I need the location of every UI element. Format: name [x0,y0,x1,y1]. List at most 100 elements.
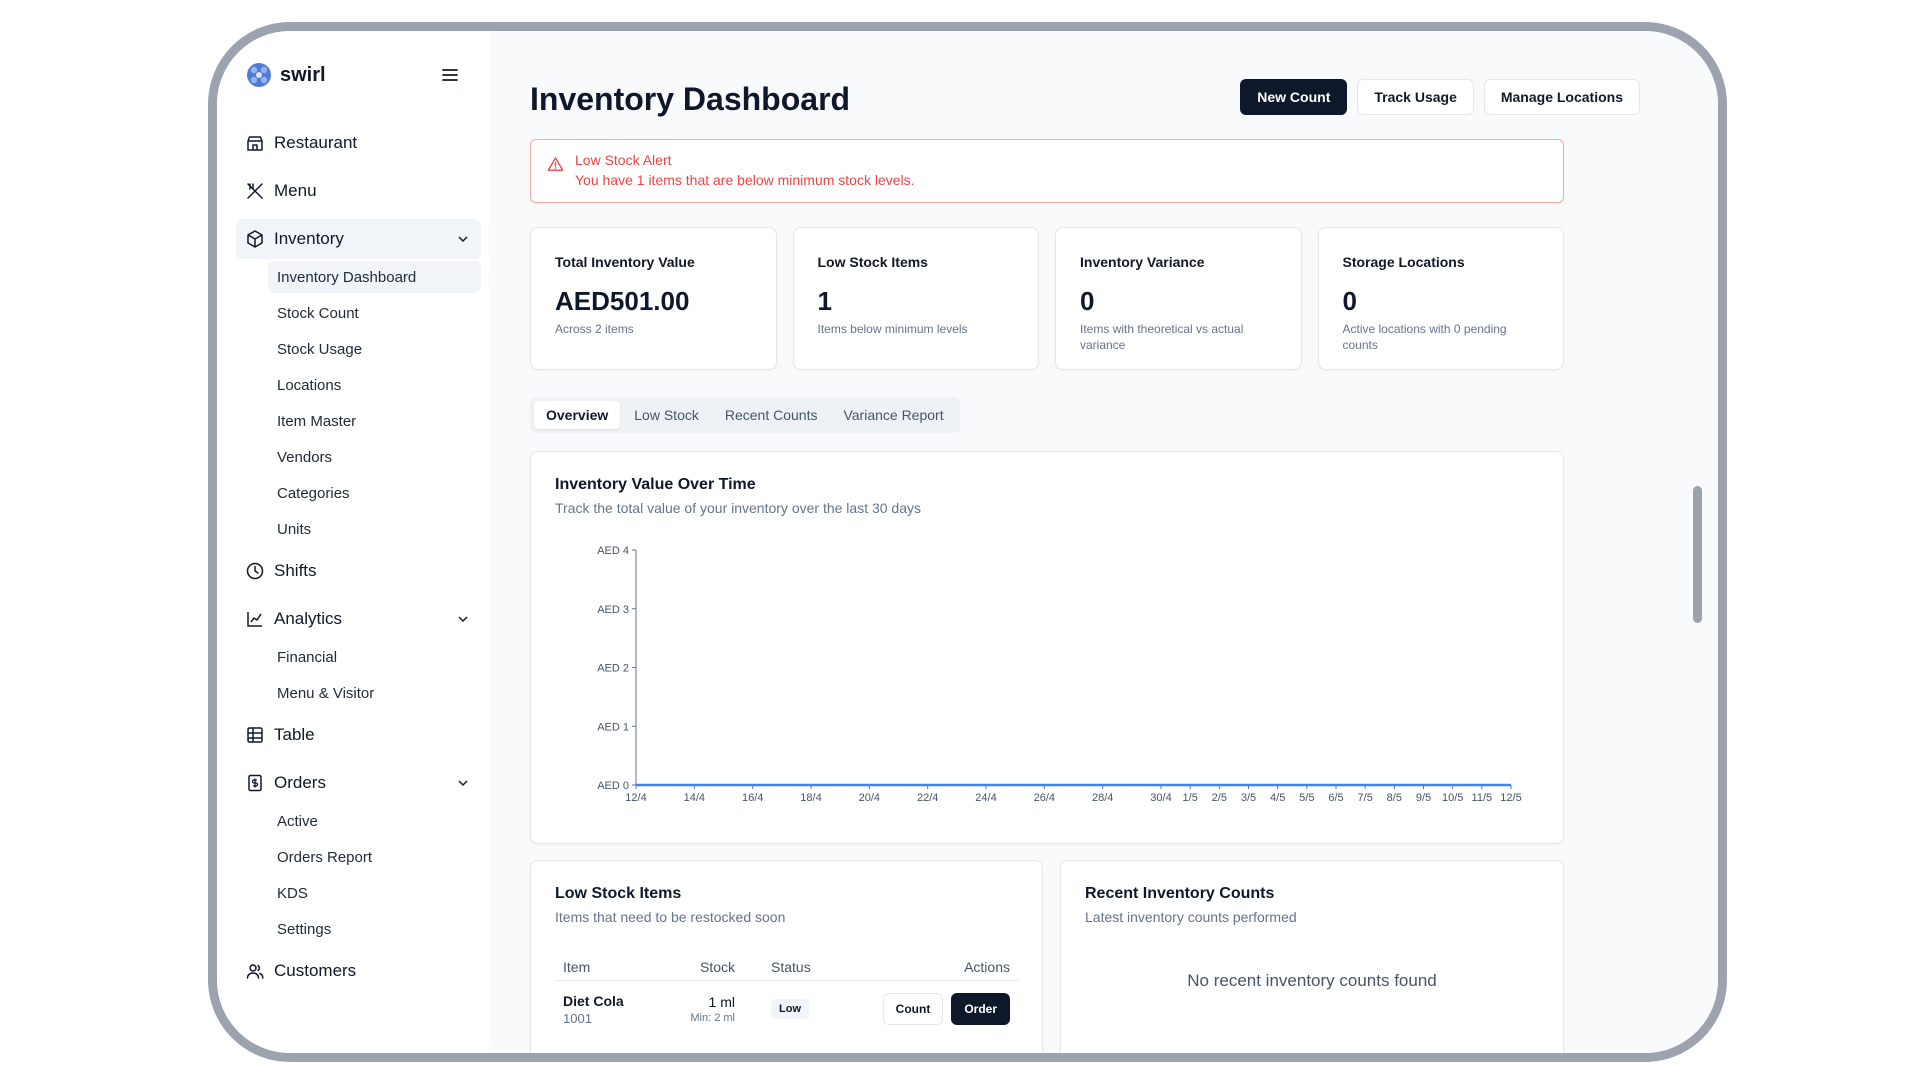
manage-locations-button[interactable]: Manage Locations [1483,79,1640,115]
row-actions: Count Order [845,993,1010,1025]
tab-variance-report[interactable]: Variance Report [831,401,955,429]
sidebar-item-label: Menu [274,181,317,200]
track-usage-button[interactable]: Track Usage [1357,79,1474,115]
store-icon [247,136,263,151]
stat-value: 1 [817,286,832,316]
alert-title: Low Stock Alert [575,152,672,168]
sidebar-item-customers[interactable]: Customers [236,951,481,991]
low-stock-items-card: Low Stock Items Items that need to be re… [530,860,1043,1053]
x-tick-label: 11/5 [1472,792,1493,804]
sidebar-item-financial[interactable]: Financial [268,641,481,673]
chevron-down-icon[interactable] [455,775,471,791]
column-header-stock: Stock [699,958,735,975]
recent-inventory-counts-card: Recent Inventory Counts Latest inventory… [1060,860,1564,1053]
sidebar-item-shifts[interactable]: Shifts [236,551,481,591]
low-stock-description: Items that need to be restocked soon [555,909,786,925]
count-button[interactable]: Count [882,993,944,1025]
inventory-value-line-chart: AED 0 AED 1 AED 2 AED 3 AED 4 12/4 14/4 16/4 18/… [597,545,1522,804]
sidebar-item-orders[interactable]: Orders [236,763,481,803]
sidebar-item-units[interactable]: Units [268,513,481,545]
stock-value: 1 ml [708,994,735,1010]
recent-counts-description: Latest inventory counts performed [1085,909,1297,925]
recent-counts-title: Recent Inventory Counts [1085,885,1275,902]
sidebar-item-label: Customers [274,961,357,980]
chart-line-icon [247,612,262,627]
x-tick-label: 6/5 [1328,792,1343,804]
stat-card-variance: Inventory Variance 0 Items with theoreti… [1055,227,1302,370]
inventory-value-chart-card: Inventory Value Over Time Track the tota… [530,451,1564,844]
stock-cell: 1 ml Min: 2 ml [675,994,735,1024]
header-actions: New Count Track Usage Manage Locations [1240,79,1640,115]
x-tick-label: 2/5 [1212,792,1227,804]
hamburger-menu-icon[interactable] [440,65,460,85]
empty-state-message: No recent inventory counts found [1187,971,1437,990]
sidebar-nav: Restaurant Menu Inventory Inventory Dash… [236,123,481,999]
sidebar-item-inventory-dashboard[interactable]: Inventory Dashboard [268,261,481,293]
sidebar-item-stock-usage[interactable]: Stock Usage [268,333,481,365]
x-tick-label: 20/4 [859,792,880,804]
sidebar-item-restaurant[interactable]: Restaurant [236,123,481,163]
chevron-down-icon[interactable] [455,611,471,627]
stat-sub: Items below minimum levels [817,322,968,336]
x-tick-label: 12/5 [1500,792,1521,804]
sidebar-item-table[interactable]: Table [236,715,481,755]
x-tick-label: 4/5 [1270,792,1285,804]
sidebar-item-analytics[interactable]: Analytics [236,599,481,639]
item-code: 1001 [563,1010,592,1026]
sidebar: swirl Restaurant Menu Inventory Inventor… [217,31,489,1053]
sidebar-item-label: Analytics [274,609,343,628]
column-header-item: Item [563,958,591,975]
sidebar-item-menu[interactable]: Menu [236,171,481,211]
dashboard-tabs: Overview Low Stock Recent Counts Varianc… [530,397,960,433]
sidebar-item-label: Shifts [274,561,317,580]
sidebar-item-locations[interactable]: Locations [268,369,481,401]
stat-label: Total Inventory Value [555,254,695,270]
stat-value: 0 [1342,286,1357,316]
x-tick-label: 8/5 [1387,792,1402,804]
sidebar-item-stock-count[interactable]: Stock Count [268,297,481,329]
table-icon [247,727,263,743]
scrollbar[interactable] [1693,486,1702,623]
stat-sub: Across 2 items [555,322,634,336]
sidebar-item-categories[interactable]: Categories [268,477,481,509]
x-tick-label: 16/4 [742,792,763,804]
sidebar-item-settings[interactable]: Settings [268,913,481,945]
sidebar-item-label: Table [274,725,315,744]
tab-overview[interactable]: Overview [534,401,621,429]
sidebar-item-label: Orders [274,773,326,792]
chevron-down-icon[interactable] [455,231,471,247]
item-cell: Diet Cola 1001 [555,993,675,1026]
sidebar-item-vendors[interactable]: Vendors [268,441,481,473]
x-tick-label: 14/4 [684,792,705,804]
sidebar-item-active[interactable]: Active [268,805,481,837]
stat-card-low-stock: Low Stock Items 1 Items below minimum le… [792,227,1039,370]
x-tick-label: 18/4 [800,792,821,804]
sidebar-item-orders-report[interactable]: Orders Report [268,841,481,873]
stat-label: Storage Locations [1342,254,1465,270]
sidebar-item-kds[interactable]: KDS [268,877,481,909]
actions-cell: Count Order [845,993,1018,1025]
inventory-subnav: Inventory Dashboard Stock Count Stock Us… [268,261,481,545]
alert-text: You have 1 items that are below minimum … [575,172,915,188]
box-icon [247,230,263,248]
brand[interactable]: swirl [246,60,326,90]
x-tick-label: 1/5 [1183,792,1198,804]
low-stock-title: Low Stock Items [555,885,682,902]
low-stock-table: Item Stock Status Actions Diet Cola 1001… [555,953,1018,1037]
sidebar-item-item-master[interactable]: Item Master [268,405,481,437]
table-row: Diet Cola 1001 1 ml Min: 2 ml Low Count … [555,981,1018,1037]
y-tick-label: AED 1 [597,721,629,733]
item-name: Diet Cola [563,992,624,1009]
new-count-button[interactable]: New Count [1240,79,1348,115]
sidebar-item-inventory[interactable]: Inventory [236,219,481,259]
device-frame: swirl Restaurant Menu Inventory Inventor… [208,22,1727,1062]
x-tick-label: 28/4 [1092,792,1113,804]
tab-low-stock[interactable]: Low Stock [622,401,711,429]
sidebar-item-menu-visitor[interactable]: Menu & Visitor [268,677,481,709]
column-header-actions: Actions [964,958,1010,975]
table-header: Item Stock Status Actions [555,953,1018,981]
main-content: Inventory Dashboard New Count Track Usag… [489,31,1718,1053]
order-button[interactable]: Order [951,993,1010,1025]
clock-icon [246,562,264,580]
tab-recent-counts[interactable]: Recent Counts [713,401,830,429]
